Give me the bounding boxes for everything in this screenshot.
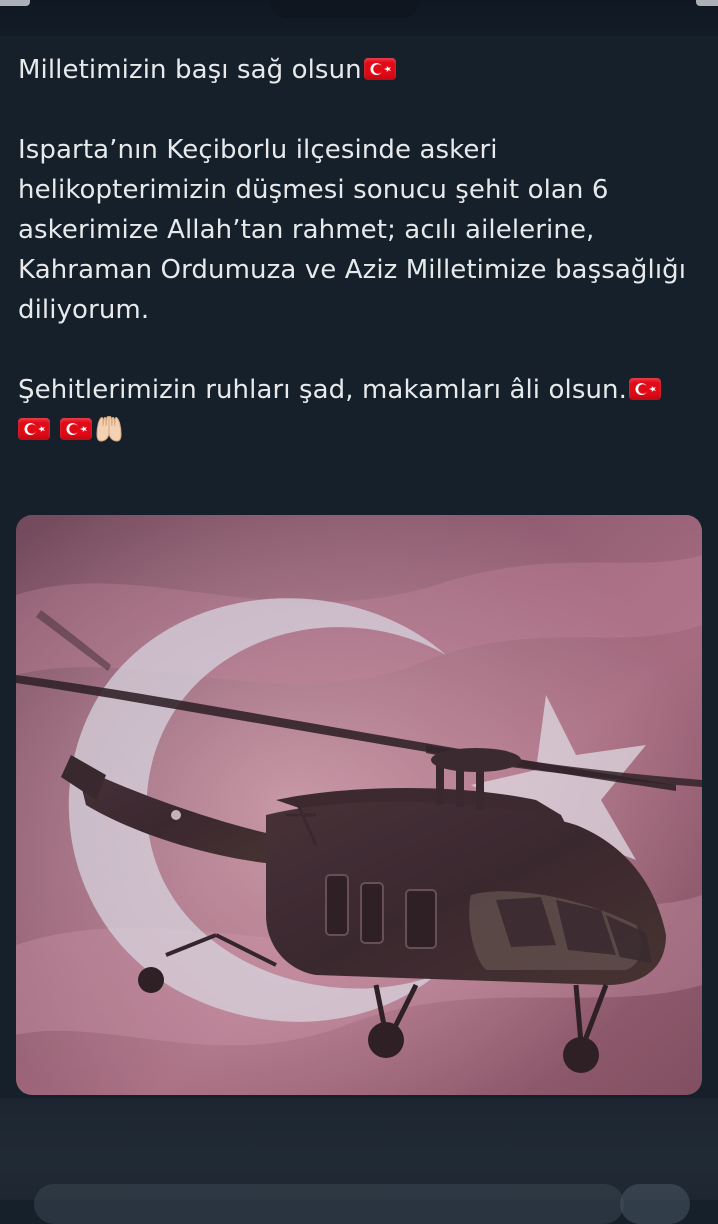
tweet-text: Milletimizin başı sağ olsun Isparta’nın …: [18, 50, 698, 450]
camera-notch: [270, 0, 420, 18]
tweet-media-image[interactable]: [16, 515, 702, 1095]
flag-turkey-icon: [18, 418, 50, 440]
tweet-paragraph-main: Isparta’nın Keçiborlu ilçesinde askeri h…: [18, 135, 695, 325]
tweet-paragraph-closing: Şehitlerimizin ruhları şad, makamları âl…: [18, 370, 698, 450]
reply-input-placeholder[interactable]: [34, 1184, 624, 1224]
tweet-line-condolence: Milletimizin başı sağ olsun: [18, 50, 698, 90]
flag-turkey-icon: [628, 378, 661, 400]
reply-button[interactable]: [620, 1184, 690, 1224]
flag-turkey-icon: [363, 58, 396, 80]
palms-up-together-icon: [94, 414, 124, 444]
tweet-line1-text: Milletimizin başı sağ olsun: [18, 55, 362, 85]
status-edge-left: [0, 0, 30, 6]
flag-turkey-icon: [60, 418, 93, 440]
top-strip: [0, 0, 718, 36]
status-edge-right: [696, 0, 718, 6]
bottom-bar: [0, 1098, 718, 1224]
tweet-paragraph3-text: Şehitlerimizin ruhları şad, makamları âl…: [18, 375, 627, 405]
